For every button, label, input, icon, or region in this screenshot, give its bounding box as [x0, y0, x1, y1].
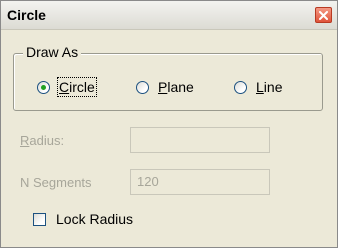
radio-line-label: Line	[256, 79, 283, 95]
radio-plane[interactable]: Plane	[136, 78, 194, 96]
close-button[interactable]	[315, 7, 332, 23]
segments-label: N Segments	[20, 175, 92, 190]
title-bar[interactable]: Circle	[1, 1, 337, 30]
close-x-icon	[319, 11, 328, 20]
radio-plane-label: Plane	[158, 79, 194, 95]
segments-field[interactable]: 120	[130, 169, 270, 195]
lock-radius-checkbox[interactable]: Lock Radius	[33, 210, 133, 228]
radio-line[interactable]: Line	[234, 78, 282, 96]
lock-radius-label: Lock Radius	[56, 211, 134, 227]
radio-button[interactable]	[37, 80, 50, 94]
radio-circle-label: Circle	[57, 77, 97, 97]
radius-field[interactable]	[130, 127, 270, 153]
draw-as-legend: Draw As	[23, 44, 82, 60]
window-title: Circle	[7, 7, 46, 23]
radio-button[interactable]	[234, 80, 247, 94]
radio-selected-dot	[41, 84, 46, 90]
checkbox-box[interactable]	[33, 212, 46, 226]
radio-circle[interactable]: Circle	[37, 77, 97, 97]
radius-label: Radius:	[20, 133, 65, 148]
radio-button[interactable]	[136, 80, 149, 94]
